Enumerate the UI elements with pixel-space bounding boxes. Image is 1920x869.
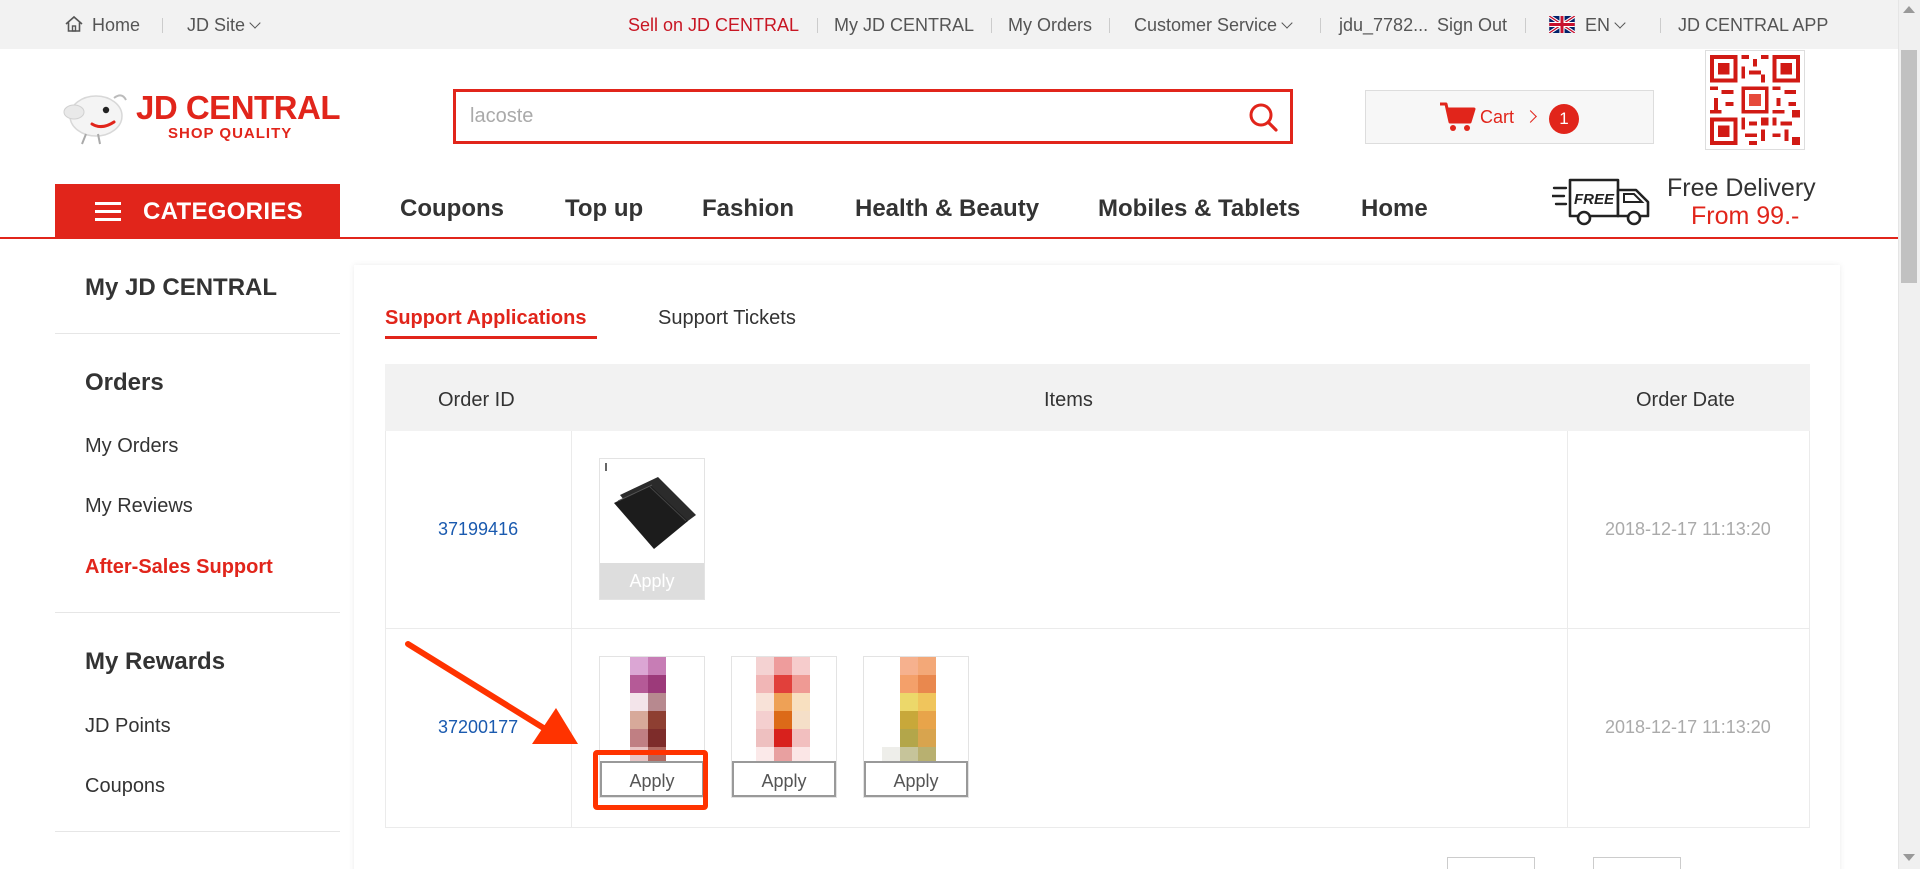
cart-count-badge: 1 [1549, 104, 1579, 134]
divider [162, 18, 163, 33]
sidebar-heading-my-rewards: My Rewards [85, 648, 226, 675]
product-thumbnail[interactable] [600, 459, 704, 563]
logo-wordmark: JD CENTRAL [136, 89, 341, 126]
my-orders-link[interactable]: My Orders [1008, 0, 1092, 49]
language-dropdown[interactable]: EN [1548, 0, 1626, 49]
my-jd-central-link[interactable]: My JD CENTRAL [834, 0, 974, 49]
language-label: EN [1585, 15, 1611, 35]
order-date: 2018-12-17 11:13:20 [1605, 519, 1771, 539]
free-delivery-threshold: From 99.- [1691, 202, 1800, 230]
divider [817, 18, 818, 33]
column-header-order-id: Order ID [438, 389, 515, 411]
user-account-link[interactable]: jdu_7782... [1339, 0, 1428, 49]
search-box [453, 89, 1293, 144]
free-delivery-banner[interactable]: FREE Free Delivery From 99.- [1552, 170, 1852, 230]
column-header-items: Items [1044, 389, 1093, 411]
jd-central-app-link[interactable]: JD CENTRAL APP [1678, 0, 1828, 49]
sidebar-divider [55, 612, 340, 613]
scroll-up-arrow-icon[interactable] [1903, 6, 1915, 13]
nav-underline [0, 237, 1898, 239]
divider [1320, 18, 1321, 33]
search-input[interactable] [456, 92, 1216, 141]
pagination-button[interactable] [1593, 857, 1681, 869]
sidebar-item-coupons[interactable]: Coupons [85, 774, 165, 798]
divider [991, 18, 992, 33]
jd-site-label: JD Site [187, 15, 246, 35]
categories-menu-button[interactable]: CATEGORIES [55, 184, 340, 239]
pagination-button[interactable] [1447, 857, 1535, 869]
order-date: 2018-12-17 11:13:20 [1605, 717, 1771, 737]
sidebar-item-my-reviews[interactable]: My Reviews [85, 494, 193, 518]
order-item: Apply [599, 458, 705, 600]
search-icon[interactable] [1246, 100, 1280, 134]
uk-flag-icon [1548, 14, 1576, 35]
top-utility-bar: Home JD Site Sell on JD CENTRAL My JD CE… [0, 0, 1898, 49]
scroll-down-arrow-icon[interactable] [1903, 854, 1915, 861]
sidebar-divider [55, 831, 340, 832]
jd-site-dropdown[interactable]: JD Site [187, 0, 261, 49]
home-link[interactable]: Home [64, 0, 140, 49]
active-tab-indicator [385, 336, 597, 339]
home-link-label: Home [92, 15, 141, 35]
home-icon [65, 15, 83, 32]
table-header [385, 364, 1810, 431]
product-thumbnail[interactable] [864, 657, 968, 761]
divider [1660, 18, 1661, 33]
cart-button[interactable]: Cart 1 [1365, 90, 1654, 144]
nav-link-fashion[interactable]: Fashion [702, 194, 794, 224]
sidebar-title[interactable]: My JD CENTRAL [85, 273, 277, 303]
nav-link-top-up[interactable]: Top up [565, 194, 643, 224]
sign-out-link[interactable]: Sign Out [1437, 0, 1507, 49]
column-header-order-date: Order Date [1636, 389, 1735, 411]
apply-button[interactable]: Apply [600, 563, 704, 599]
product-thumbnail[interactable] [732, 657, 836, 761]
tab-support-applications[interactable]: Support Applications [385, 306, 586, 330]
customer-service-label: Customer Service [1134, 15, 1278, 35]
qr-code-icon [1706, 51, 1804, 149]
free-delivery-title: Free Delivery [1667, 174, 1816, 202]
product-thumbnail[interactable] [600, 657, 704, 761]
order-item: Apply [863, 656, 969, 798]
column-divider [571, 431, 572, 828]
chevron-down-icon [1281, 17, 1293, 29]
nav-link-health-beauty[interactable]: Health & Beauty [855, 194, 1039, 224]
column-divider [1567, 431, 1568, 828]
nav-link-coupons[interactable]: Coupons [400, 194, 504, 224]
divider [1525, 18, 1526, 33]
categories-label: CATEGORIES [143, 198, 303, 225]
nav-link-mobiles-tablets[interactable]: Mobiles & Tablets [1098, 194, 1300, 224]
tab-support-tickets[interactable]: Support Tickets [658, 306, 796, 330]
scrollbar-thumb[interactable] [1901, 50, 1917, 283]
shopping-cart-icon [1440, 102, 1476, 131]
order-item: Apply [731, 656, 837, 798]
free-badge-text: FREE [1574, 191, 1615, 208]
annotation-highlight-box [593, 750, 708, 810]
chevron-down-icon [1614, 17, 1626, 29]
logo-tagline: SHOP QUALITY [168, 125, 293, 142]
sell-on-jd-link[interactable]: Sell on JD CENTRAL [628, 0, 799, 49]
chevron-right-icon [1524, 110, 1537, 123]
annotation-arrow-icon [405, 641, 578, 744]
order-id-link[interactable]: 37199416 [438, 518, 518, 540]
cart-label: Cart [1480, 107, 1515, 127]
sidebar-item-jd-points[interactable]: JD Points [85, 714, 171, 738]
customer-service-dropdown[interactable]: Customer Service [1134, 0, 1293, 49]
sidebar-item-my-orders[interactable]: My Orders [85, 434, 178, 458]
apply-button[interactable]: Apply [864, 761, 968, 797]
app-qr-code [1705, 50, 1805, 150]
chevron-down-icon [249, 17, 261, 29]
sidebar-divider [55, 333, 340, 334]
delivery-truck-icon: FREE [1552, 178, 1650, 226]
nav-link-home[interactable]: Home [1361, 194, 1428, 224]
jd-central-logo[interactable]: JD CENTRAL SHOP QUALITY [56, 84, 341, 145]
sidebar-heading-orders: Orders [85, 369, 164, 396]
sidebar-item-after-sales-support[interactable]: After-Sales Support [85, 555, 273, 579]
jd-dog-mascot-icon [63, 94, 127, 145]
divider [1109, 18, 1110, 33]
apply-button[interactable]: Apply [732, 761, 836, 797]
hamburger-icon [95, 202, 121, 222]
